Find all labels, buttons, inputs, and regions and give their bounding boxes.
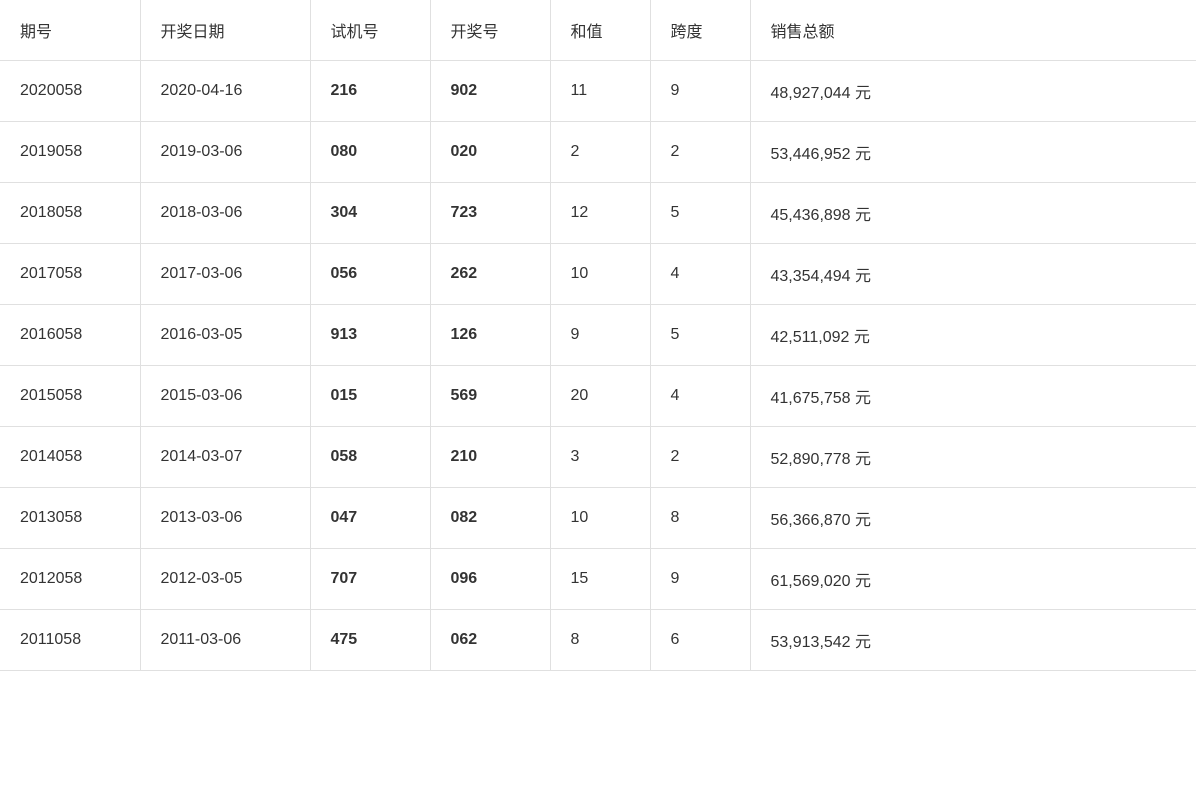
cell-date: 2020-04-16: [140, 61, 310, 122]
cell-sales: 53,446,952 元: [750, 122, 1196, 183]
table-row: 20180582018-03-0630472312545,436,898 元: [0, 183, 1196, 244]
cell-date: 2011-03-06: [140, 610, 310, 671]
header-kuadu: 跨度: [650, 0, 750, 61]
cell-hezhi: 9: [550, 305, 650, 366]
cell-hezhi: 3: [550, 427, 650, 488]
cell-kaijang: 126: [430, 305, 550, 366]
cell-kuadu: 2: [650, 122, 750, 183]
cell-kaijang: 262: [430, 244, 550, 305]
cell-kaijang: 902: [430, 61, 550, 122]
cell-date: 2019-03-06: [140, 122, 310, 183]
cell-qihao: 2020058: [0, 61, 140, 122]
table-row: 20120582012-03-0570709615961,569,020 元: [0, 549, 1196, 610]
cell-kuadu: 9: [650, 61, 750, 122]
cell-date: 2014-03-07: [140, 427, 310, 488]
cell-hezhi: 2: [550, 122, 650, 183]
header-shiji: 试机号: [310, 0, 430, 61]
cell-shiji: 056: [310, 244, 430, 305]
header-qihao: 期号: [0, 0, 140, 61]
cell-hezhi: 10: [550, 244, 650, 305]
cell-shiji: 058: [310, 427, 430, 488]
cell-qihao: 2015058: [0, 366, 140, 427]
cell-kuadu: 9: [650, 549, 750, 610]
cell-sales: 41,675,758 元: [750, 366, 1196, 427]
cell-kaijang: 723: [430, 183, 550, 244]
cell-qihao: 2013058: [0, 488, 140, 549]
cell-sales: 43,354,494 元: [750, 244, 1196, 305]
cell-kuadu: 5: [650, 305, 750, 366]
cell-kuadu: 2: [650, 427, 750, 488]
header-sales: 销售总额: [750, 0, 1196, 61]
cell-qihao: 2011058: [0, 610, 140, 671]
cell-shiji: 304: [310, 183, 430, 244]
cell-sales: 42,511,092 元: [750, 305, 1196, 366]
cell-sales: 53,913,542 元: [750, 610, 1196, 671]
table-header-row: 期号 开奖日期 试机号 开奖号 和值 跨度 销售总额: [0, 0, 1196, 61]
cell-kaijang: 082: [430, 488, 550, 549]
cell-date: 2012-03-05: [140, 549, 310, 610]
cell-sales: 52,890,778 元: [750, 427, 1196, 488]
cell-shiji: 015: [310, 366, 430, 427]
table-row: 20170582017-03-0605626210443,354,494 元: [0, 244, 1196, 305]
table-row: 20190582019-03-060800202253,446,952 元: [0, 122, 1196, 183]
cell-date: 2013-03-06: [140, 488, 310, 549]
cell-qihao: 2018058: [0, 183, 140, 244]
cell-sales: 45,436,898 元: [750, 183, 1196, 244]
cell-kuadu: 4: [650, 244, 750, 305]
table-row: 20200582020-04-1621690211948,927,044 元: [0, 61, 1196, 122]
cell-shiji: 475: [310, 610, 430, 671]
cell-date: 2018-03-06: [140, 183, 310, 244]
cell-kuadu: 6: [650, 610, 750, 671]
table-row: 20110582011-03-064750628653,913,542 元: [0, 610, 1196, 671]
cell-kuadu: 5: [650, 183, 750, 244]
cell-date: 2017-03-06: [140, 244, 310, 305]
cell-kaijang: 062: [430, 610, 550, 671]
table-row: 20130582013-03-0604708210856,366,870 元: [0, 488, 1196, 549]
cell-hezhi: 12: [550, 183, 650, 244]
cell-qihao: 2017058: [0, 244, 140, 305]
table-row: 20150582015-03-0601556920441,675,758 元: [0, 366, 1196, 427]
cell-qihao: 2016058: [0, 305, 140, 366]
table-row: 20160582016-03-059131269542,511,092 元: [0, 305, 1196, 366]
cell-shiji: 707: [310, 549, 430, 610]
cell-shiji: 913: [310, 305, 430, 366]
cell-kuadu: 4: [650, 366, 750, 427]
cell-date: 2016-03-05: [140, 305, 310, 366]
header-date: 开奖日期: [140, 0, 310, 61]
cell-kaijang: 096: [430, 549, 550, 610]
cell-hezhi: 15: [550, 549, 650, 610]
table-row: 20140582014-03-070582103252,890,778 元: [0, 427, 1196, 488]
cell-qihao: 2019058: [0, 122, 140, 183]
cell-hezhi: 10: [550, 488, 650, 549]
cell-sales: 48,927,044 元: [750, 61, 1196, 122]
cell-qihao: 2012058: [0, 549, 140, 610]
cell-date: 2015-03-06: [140, 366, 310, 427]
cell-hezhi: 11: [550, 61, 650, 122]
cell-hezhi: 8: [550, 610, 650, 671]
cell-shiji: 216: [310, 61, 430, 122]
cell-sales: 61,569,020 元: [750, 549, 1196, 610]
lottery-table: 期号 开奖日期 试机号 开奖号 和值 跨度 销售总额 20200582020-0…: [0, 0, 1196, 671]
header-kaijang: 开奖号: [430, 0, 550, 61]
cell-qihao: 2014058: [0, 427, 140, 488]
cell-kuadu: 8: [650, 488, 750, 549]
cell-kaijang: 569: [430, 366, 550, 427]
cell-sales: 56,366,870 元: [750, 488, 1196, 549]
cell-hezhi: 20: [550, 366, 650, 427]
cell-kaijang: 210: [430, 427, 550, 488]
cell-shiji: 080: [310, 122, 430, 183]
cell-kaijang: 020: [430, 122, 550, 183]
main-container: 期号 开奖日期 试机号 开奖号 和值 跨度 销售总额 20200582020-0…: [0, 0, 1196, 786]
header-hezhi: 和值: [550, 0, 650, 61]
cell-shiji: 047: [310, 488, 430, 549]
